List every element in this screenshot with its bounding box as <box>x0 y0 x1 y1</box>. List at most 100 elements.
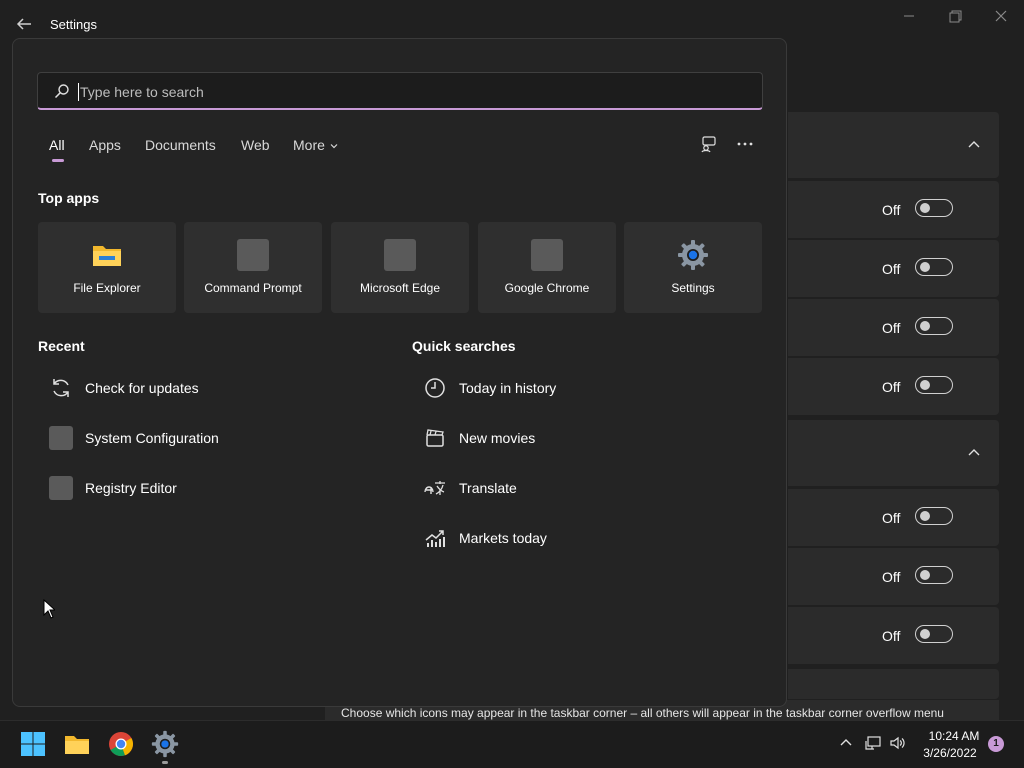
app-tile-file-explorer[interactable]: File Explorer <box>38 222 176 313</box>
quick-search-translate[interactable]: Translate <box>411 468 741 508</box>
quick-search-label: Markets today <box>459 530 547 546</box>
chevron-up-icon[interactable] <box>838 735 854 751</box>
app-tile-label: Google Chrome <box>504 281 590 295</box>
recent-item-label: Check for updates <box>85 380 199 396</box>
toggle-state-label: Off <box>882 320 901 336</box>
clock-time[interactable]: 10:24 AM <box>924 729 984 743</box>
app-tile-settings[interactable]: Settings <box>624 222 762 313</box>
text-caret <box>78 83 79 101</box>
window-title: Settings <box>50 17 97 32</box>
chevron-down-icon <box>330 144 338 149</box>
app-tile-label: File Explorer <box>73 281 141 295</box>
search-input[interactable] <box>78 80 742 104</box>
toggle-knob <box>920 321 930 331</box>
settings-section-header[interactable] <box>788 420 999 486</box>
tab-all[interactable]: All <box>49 137 65 153</box>
toggle-state-label: Off <box>882 261 901 277</box>
chevron-up-icon[interactable] <box>966 137 982 153</box>
settings-row: Off <box>788 548 999 605</box>
feedback-icon[interactable] <box>700 135 718 153</box>
registry-icon <box>49 476 73 500</box>
toggle-knob <box>920 262 930 272</box>
toggle-knob <box>920 511 930 521</box>
notification-badge[interactable]: 1 <box>988 736 1004 752</box>
settings-row: Off <box>788 358 999 415</box>
system-config-icon <box>49 426 73 450</box>
tab-documents[interactable]: Documents <box>145 137 216 153</box>
restore-button[interactable] <box>944 8 966 26</box>
settings-row: Off <box>788 240 999 297</box>
volume-icon[interactable] <box>889 735 907 751</box>
quick-searches-title: Quick searches <box>412 338 516 354</box>
taskbar: 10:24 AM 3/26/2022 1 <box>0 720 1024 768</box>
toggle-switch[interactable] <box>915 566 953 584</box>
toggle-knob <box>920 380 930 390</box>
settings-section-header[interactable] <box>788 112 999 178</box>
recent-item-registry-editor[interactable]: Registry Editor <box>37 468 367 508</box>
quick-search-label: Today in history <box>459 380 557 396</box>
recent-item-check-for-updates[interactable]: Check for updates <box>37 368 367 408</box>
description-text: Choose which icons may appear in the tas… <box>341 706 944 720</box>
app-tile-label: Settings <box>671 281 715 295</box>
tab-more-label: More <box>293 137 325 153</box>
toggle-state-label: Off <box>882 628 901 644</box>
chrome-icon[interactable] <box>107 730 135 758</box>
active-tab-indicator <box>52 159 64 162</box>
recent-item-label: System Configuration <box>85 430 219 446</box>
settings-row: Off <box>788 489 999 546</box>
toggle-state-label: Off <box>882 510 901 526</box>
settings-row: Off <box>788 607 999 664</box>
app-tile-microsoft-edge[interactable]: Microsoft Edge <box>331 222 469 313</box>
quick-search-new-movies[interactable]: New movies <box>411 418 741 458</box>
chevron-up-icon[interactable] <box>966 445 982 461</box>
tab-web[interactable]: Web <box>241 137 270 153</box>
file-explorer-icon[interactable] <box>63 730 91 758</box>
close-button[interactable] <box>990 8 1012 26</box>
mouse-cursor-icon <box>43 599 55 619</box>
quick-search-today-in-history[interactable]: Today in history <box>411 368 741 408</box>
translate-icon <box>424 481 445 495</box>
windows-start-icon[interactable] <box>19 730 47 758</box>
toggle-switch[interactable] <box>915 507 953 525</box>
toggle-knob <box>920 570 930 580</box>
folder-icon <box>93 246 121 266</box>
quick-search-label: Translate <box>459 480 517 496</box>
running-app-indicator <box>162 761 168 764</box>
filter-tabs: All Apps Documents Web More <box>13 137 788 167</box>
tab-more[interactable]: More <box>293 137 339 153</box>
app-tile-label: Command Prompt <box>204 281 302 295</box>
toggle-state-label: Off <box>882 569 901 585</box>
toggle-state-label: Off <box>882 202 901 218</box>
minimize-button[interactable] <box>898 8 920 26</box>
edge-icon <box>384 239 416 271</box>
top-apps-title: Top apps <box>38 190 100 206</box>
toggle-switch[interactable] <box>915 258 953 276</box>
back-arrow-icon[interactable] <box>14 14 34 34</box>
quick-search-label: New movies <box>459 430 536 446</box>
app-tile-command-prompt[interactable]: Command Prompt <box>184 222 322 313</box>
app-tile-label: Microsoft Edge <box>359 281 441 295</box>
toggle-switch[interactable] <box>915 199 953 217</box>
tab-apps[interactable]: Apps <box>89 137 121 153</box>
settings-gear-icon <box>678 240 708 270</box>
settings-section-header[interactable] <box>788 669 999 707</box>
recent-item-system-configuration[interactable]: System Configuration <box>37 418 367 458</box>
toggle-switch[interactable] <box>915 317 953 335</box>
recent-title: Recent <box>38 338 85 354</box>
clock-date[interactable]: 3/26/2022 <box>916 746 984 760</box>
chrome-icon <box>531 239 563 271</box>
settings-taskbar-icon[interactable] <box>151 730 179 758</box>
toggle-switch[interactable] <box>915 376 953 394</box>
clapperboard-icon <box>426 429 444 447</box>
clock-icon <box>425 378 445 398</box>
toggle-state-label: Off <box>882 379 901 395</box>
network-icon[interactable] <box>864 735 882 751</box>
app-tile-google-chrome[interactable]: Google Chrome <box>478 222 616 313</box>
search-icon <box>54 84 69 99</box>
toggle-switch[interactable] <box>915 625 953 643</box>
more-options-icon[interactable] <box>736 135 754 153</box>
search-box[interactable] <box>37 72 763 110</box>
quick-search-markets-today[interactable]: Markets today <box>411 518 741 558</box>
settings-row: Off <box>788 181 999 238</box>
refresh-icon <box>53 379 69 397</box>
